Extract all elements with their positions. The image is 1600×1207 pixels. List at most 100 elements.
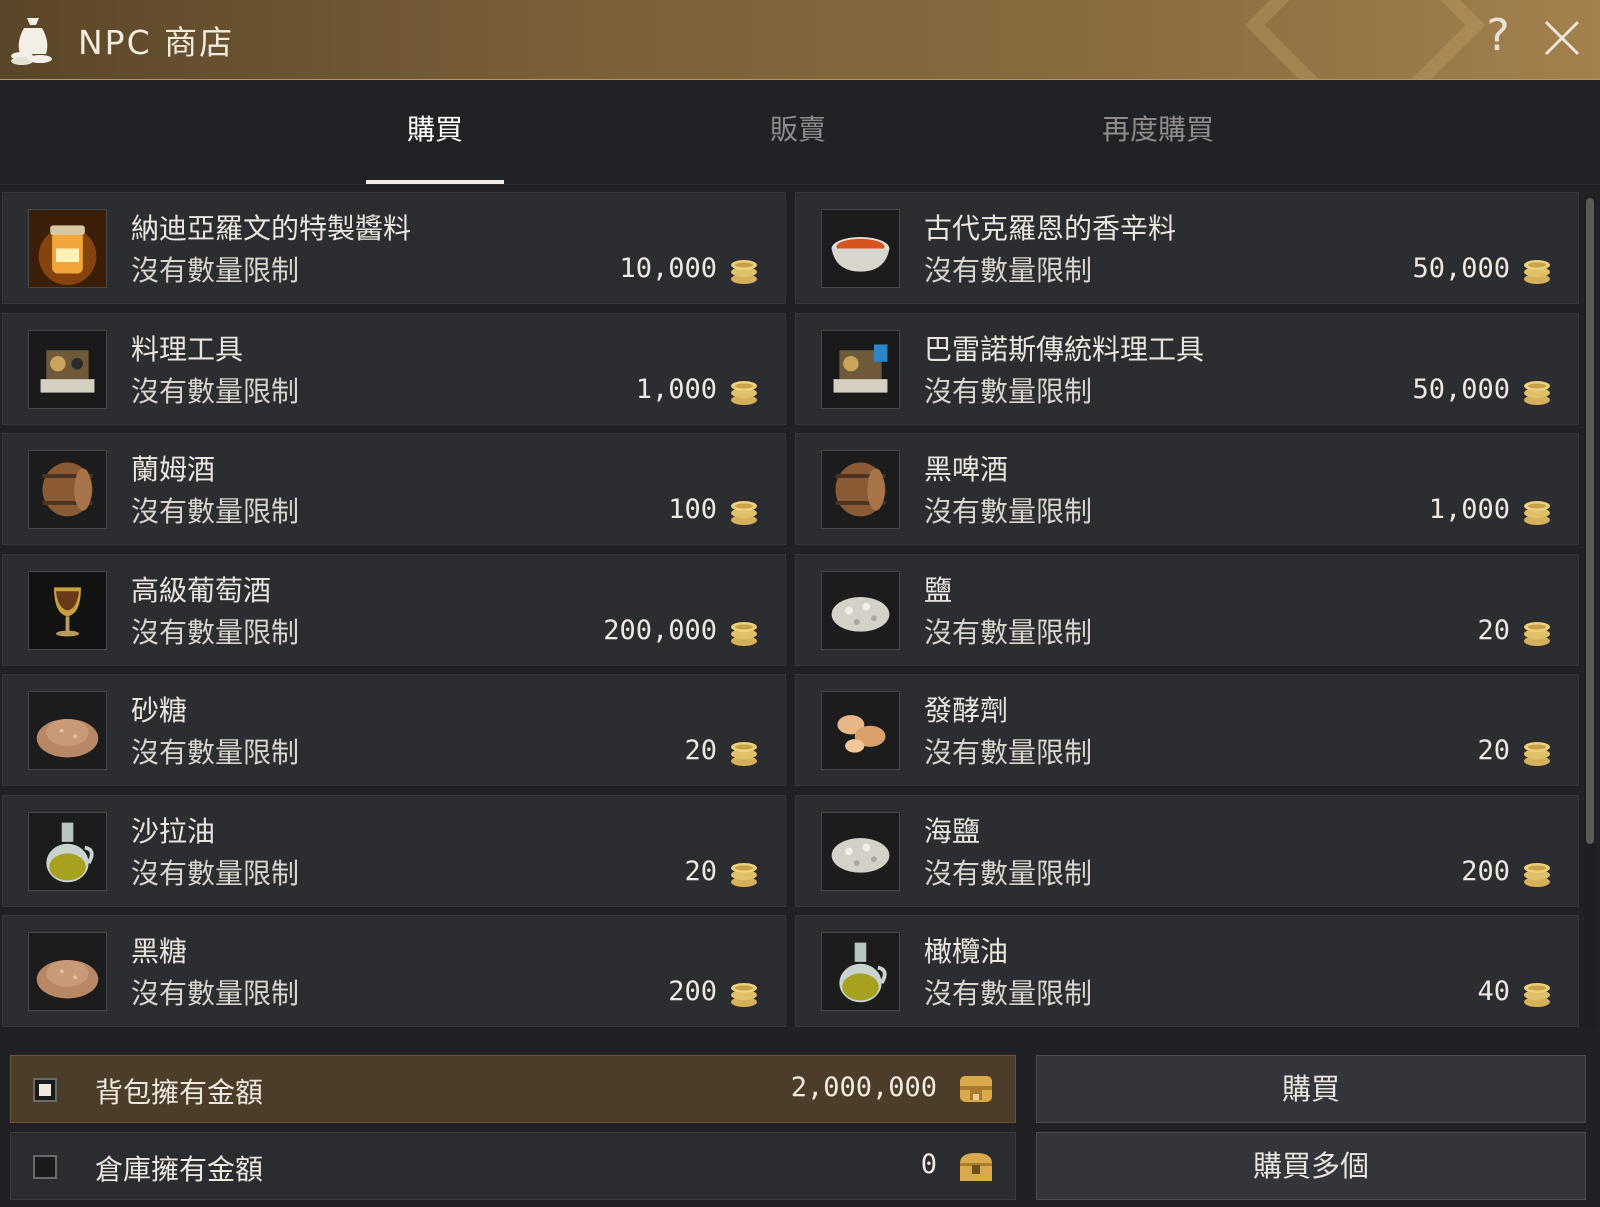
buy-button[interactable]: 購買 — [1036, 1055, 1586, 1123]
bag-money-checkbox[interactable] — [33, 1078, 57, 1102]
money-bag-icon — [11, 18, 52, 65]
buy-multiple-button[interactable]: 購買多個 — [1036, 1132, 1586, 1200]
shop-item[interactable]: 古代克羅恩的香辛料 沒有數量限制 50,000 — [795, 192, 1579, 304]
item-name: 海鹽 — [924, 814, 981, 848]
shop-item[interactable]: 砂糖沒有數量限制 20 — [2, 674, 786, 786]
item-limit: 沒有數量限制 — [131, 495, 300, 528]
tab-buyback[interactable]: 再度購買 — [1048, 80, 1268, 185]
tab-buy[interactable]: 購買 — [325, 80, 545, 185]
shop-item[interactable]: 發酵劑沒有數量限制 20 — [795, 674, 1579, 786]
item-price: 40 — [1477, 976, 1510, 1007]
item-price: 200,000 — [603, 614, 717, 646]
wine-goblet-icon — [28, 570, 107, 650]
leavening-icon — [821, 691, 900, 770]
scrollbar-thumb[interactable] — [1586, 198, 1594, 844]
shop-item[interactable]: 高級葡萄酒 沒有數量限制 200,000 — [2, 553, 786, 666]
item-limit: 沒有數量限制 — [131, 736, 300, 769]
warehouse-money-checkbox[interactable] — [33, 1155, 57, 1179]
item-limit: 沒有數量限制 — [924, 736, 1093, 769]
shop-item[interactable]: 巴雷諾斯傳統料理工具 沒有數量限制 50,000 — [795, 312, 1579, 425]
silver-coin-icon — [731, 621, 757, 646]
item-limit: 沒有數量限制 — [924, 977, 1093, 1010]
window-title: NPC 商店 — [78, 23, 235, 62]
backpack-icon — [960, 1076, 992, 1102]
warehouse-money-value: 0 — [920, 1149, 937, 1180]
warehouse-money-option[interactable]: 倉庫擁有金額 0 — [10, 1132, 1016, 1200]
silver-coin-icon — [1524, 621, 1550, 646]
item-price: 100 — [668, 494, 717, 525]
item-price: 10,000 — [619, 253, 717, 284]
silver-coin-icon — [731, 501, 757, 525]
item-limit: 沒有數量限制 — [131, 615, 300, 649]
item-limit: 沒有數量限制 — [131, 374, 300, 408]
silver-coin-icon — [731, 380, 757, 405]
item-name: 納迪亞羅文的特製醬料 — [131, 212, 412, 245]
active-tab-indicator — [366, 180, 504, 184]
silver-coin-icon — [731, 862, 757, 887]
silver-coin-icon — [1524, 260, 1550, 284]
item-name: 沙拉油 — [131, 814, 216, 848]
sugar-pile-icon — [28, 932, 107, 1011]
item-price: 200 — [1461, 855, 1510, 887]
item-name: 橄欖油 — [924, 935, 1009, 968]
bag-money-option[interactable]: 背包擁有金額 2,000,000 — [10, 1055, 1016, 1123]
item-price: 20 — [684, 735, 717, 766]
shop-item[interactable]: 黑糖沒有數量限制 200 — [2, 915, 786, 1027]
tab-sell[interactable]: 販賣 — [688, 80, 908, 185]
shop-item[interactable]: 鹽沒有數量限制 20 — [795, 553, 1579, 666]
bag-money-label: 背包擁有金額 — [95, 1076, 264, 1109]
warehouse-money-label: 倉庫擁有金額 — [95, 1153, 264, 1186]
shop-item[interactable]: 黑啤酒沒有數量限制 1,000 — [795, 433, 1579, 545]
spice-bowl-icon — [821, 209, 900, 288]
help-button[interactable]: ? — [1478, 10, 1518, 68]
item-limit: 沒有數量限制 — [131, 856, 300, 890]
silver-coin-icon — [1524, 742, 1550, 766]
silver-coin-icon — [731, 260, 757, 284]
salt-pile-icon — [821, 811, 900, 891]
npc-shop-window: NPC 商店 ? 購買 販賣 再度購買 納迪亞羅文的特製醬料 沒有數量限制 10,0… — [0, 0, 1600, 1207]
title-bar-decoration — [1244, 0, 1486, 79]
barrel-icon — [28, 450, 107, 529]
item-limit: 沒有數量限制 — [131, 977, 300, 1010]
item-price: 50,000 — [1412, 373, 1510, 405]
silver-coin-icon — [1524, 501, 1550, 525]
item-limit: 沒有數量限制 — [924, 615, 1093, 649]
close-icon[interactable] — [1538, 14, 1586, 62]
item-limit: 沒有數量限制 — [924, 374, 1093, 408]
item-price: 1,000 — [1428, 494, 1510, 525]
item-price: 20 — [1477, 735, 1510, 766]
shop-item[interactable]: 橄欖油沒有數量限制 40 — [795, 915, 1579, 1027]
silver-coin-icon — [731, 983, 757, 1007]
item-name: 料理工具 — [131, 332, 244, 366]
item-name: 蘭姆酒 — [131, 453, 216, 486]
item-name: 黑啤酒 — [924, 453, 1009, 486]
item-price: 20 — [1477, 614, 1510, 646]
silver-coin-icon — [1524, 380, 1550, 405]
item-price: 20 — [684, 855, 717, 887]
item-limit: 沒有數量限制 — [924, 495, 1093, 528]
barrel-icon — [821, 450, 900, 529]
shop-item[interactable]: 蘭姆酒沒有數量限制 100 — [2, 433, 786, 545]
item-limit: 沒有數量限制 — [924, 856, 1093, 890]
bag-money-value: 2,000,000 — [790, 1072, 937, 1103]
shop-item[interactable]: 海鹽沒有數量限制 200 — [795, 794, 1579, 907]
silver-coin-icon — [1524, 983, 1550, 1007]
treasure-chest-icon — [960, 1153, 992, 1181]
item-price: 1,000 — [635, 373, 717, 405]
salt-pile-icon — [821, 570, 900, 650]
item-price: 200 — [668, 976, 717, 1007]
shop-item[interactable]: 沙拉油沒有數量限制 20 — [2, 794, 786, 907]
item-name: 黑糖 — [131, 935, 188, 968]
item-limit: 沒有數量限制 — [924, 254, 1093, 287]
silver-coin-icon — [1524, 862, 1550, 887]
item-name: 砂糖 — [131, 694, 188, 727]
title-bar[interactable]: NPC 商店 ? — [0, 0, 1600, 80]
item-price: 50,000 — [1412, 253, 1510, 284]
oil-flask-icon — [28, 811, 107, 891]
shop-item[interactable]: 納迪亞羅文的特製醬料 沒有數量限制 10,000 — [2, 192, 786, 304]
item-name: 發酵劑 — [924, 694, 1009, 727]
shop-item[interactable]: 料理工具沒有數量限制 1,000 — [2, 312, 786, 425]
item-name: 巴雷諾斯傳統料理工具 — [924, 332, 1205, 366]
item-name: 鹽 — [924, 573, 953, 607]
traditional-cooking-utensil-icon — [821, 329, 900, 409]
